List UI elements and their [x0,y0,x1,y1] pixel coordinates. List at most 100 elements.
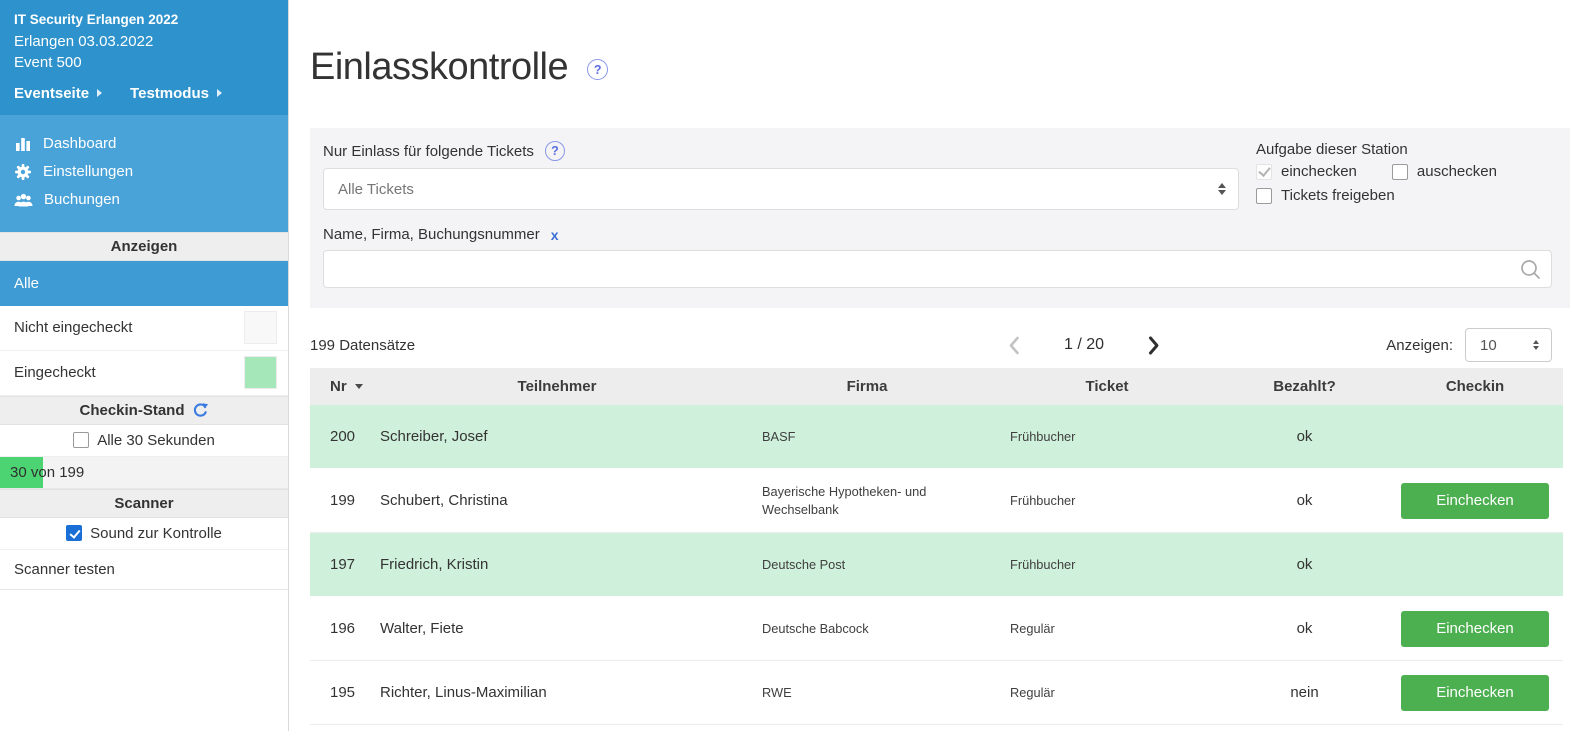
eventseite-link[interactable]: Eventseite [14,85,102,102]
cell-teilnehmer: Schreiber, Josef [372,428,742,445]
search-icon[interactable] [1519,258,1542,281]
refresh-icon[interactable] [192,402,209,419]
cell-bezahlt: ok [1222,620,1387,637]
cell-nr: 200 [310,428,372,445]
app-window: IT Security Erlangen 2022 Erlangen 03.03… [0,0,1570,731]
table-row: 196 Walter, Fiete Deutsche Babcock Regul… [310,597,1563,661]
anzeigen-section-title: Anzeigen [0,232,288,261]
column-header-bezahlt: Bezahlt? [1222,378,1387,395]
cell-bezahlt: nein [1222,684,1387,701]
checkin-stand-section-title: Checkin-Stand [0,396,288,425]
sidebar-nav: Dashboard Einstellungen [0,115,288,232]
cell-teilnehmer: Friedrich, Kristin [372,556,742,573]
cell-bezahlt: ok [1222,428,1387,445]
cell-checkin: Einchecken [1387,611,1563,647]
cell-firma: Bayerische Hypotheken- und Wechselbank [742,483,992,519]
tickets-freigeben-checkbox-label: Tickets freigeben [1281,187,1395,204]
auto-refresh-label: Alle 30 Sekunden [97,432,215,449]
station-tasks-title: Aufgabe dieser Station [1256,141,1552,158]
scanner-sound-toggle[interactable]: Sound zur Kontrolle [0,518,288,550]
table-row: 200 Schreiber, Josef BASF Frühbucher ok [310,405,1563,469]
sidebar-item-dashboard[interactable]: Dashboard [0,130,288,158]
nicht-eingecheckt-color-swatch [244,311,277,344]
table-row: 197 Friedrich, Kristin Deutsche Post Frü… [310,533,1563,597]
sidebar-item-buchungen[interactable]: Buchungen [0,186,288,214]
cell-nr: 197 [310,556,372,573]
page-size-select[interactable]: 10 [1465,328,1552,362]
cell-teilnehmer: Walter, Fiete [372,620,742,637]
filter-label: Nicht eingecheckt [14,319,132,336]
cell-firma: BASF [742,428,992,446]
page-indicator: 1 / 20 [1064,336,1104,354]
sidebar: IT Security Erlangen 2022 Erlangen 03.03… [0,0,289,731]
next-page-icon[interactable] [1146,335,1161,356]
cell-checkin: Einchecken [1387,675,1563,711]
column-header-nr[interactable]: Nr [310,378,372,395]
testmodus-link[interactable]: Testmodus [130,85,222,102]
filter-nicht-eingecheckt[interactable]: Nicht eingecheckt [0,306,288,351]
ticket-filter-label: Nur Einlass für folgende Tickets [323,143,534,160]
eingecheckt-color-swatch [244,356,277,389]
event-header: IT Security Erlangen 2022 Erlangen 03.03… [0,0,288,115]
help-icon[interactable]: ? [587,59,608,80]
einchecken-button[interactable]: Einchecken [1401,483,1549,519]
search-input[interactable] [323,250,1552,288]
column-header-teilnehmer: Teilnehmer [372,378,742,395]
pagination: 1 / 20 [1007,335,1161,356]
cell-firma: RWE [742,684,992,702]
auschecken-checkbox[interactable] [1392,164,1408,180]
cell-ticket: Frühbucher [992,492,1222,510]
users-icon [14,191,33,209]
event-header-links: Eventseite Testmodus [14,85,274,102]
filter-alle[interactable]: Alle [0,261,288,306]
filter-label: Alle [14,275,39,292]
sort-desc-icon [355,384,363,389]
event-title: IT Security Erlangen 2022 [14,12,274,27]
cell-nr: 195 [310,684,372,701]
filter-eingecheckt[interactable]: Eingecheckt [0,351,288,396]
select-stepper-icon [1218,183,1226,195]
ticket-filter-label-row: Nur Einlass für folgende Tickets ? [323,141,1239,161]
einchecken-button[interactable]: Einchecken [1401,611,1549,647]
tickets-freigeben-checkbox[interactable] [1256,188,1272,204]
anzeigen-title-label: Anzeigen [111,238,178,255]
ticket-filter-value: Alle Tickets [338,181,414,198]
column-header-firma: Firma [742,378,992,395]
table-header: Nr Teilnehmer Firma Ticket Bezahlt? Chec… [310,368,1563,405]
filter-panel: Nur Einlass für folgende Tickets ? Alle … [310,128,1570,308]
attendees-table: Nr Teilnehmer Firma Ticket Bezahlt? Chec… [310,368,1563,725]
cell-firma: Deutsche Post [742,556,992,574]
cell-teilnehmer: Schubert, Christina [372,492,742,509]
auto-refresh-checkbox[interactable] [73,432,89,448]
cell-checkin: Einchecken [1387,483,1563,519]
cell-ticket: Regulär [992,684,1222,702]
prev-page-icon[interactable] [1007,335,1022,356]
main-content: Einlasskontrolle ? Nur Einlass für folge… [289,0,1570,731]
sidebar-item-label: Dashboard [43,135,116,152]
testmodus-link-label: Testmodus [130,85,209,102]
cell-bezahlt: ok [1222,492,1387,509]
auto-refresh-toggle[interactable]: Alle 30 Sekunden [0,425,288,457]
einchecken-checkbox-label: einchecken [1281,163,1357,180]
clear-search-icon[interactable]: x [551,227,559,243]
filter-label: Eingecheckt [14,364,96,381]
scanner-title-label: Scanner [114,495,173,512]
cell-firma: Deutsche Babcock [742,620,992,638]
page-title: Einlasskontrolle [310,46,568,89]
cell-nr: 199 [310,492,372,509]
search-label: Name, Firma, Buchungsnummer [323,226,540,243]
ticket-filter-select[interactable]: Alle Tickets [323,168,1239,210]
table-toolbar: 199 Datensätze 1 / 20 Anzeigen: 10 [310,327,1570,363]
sidebar-item-einstellungen[interactable]: Einstellungen [0,158,288,186]
gear-icon [14,163,32,181]
cell-ticket: Regulär [992,620,1222,638]
page-size-value: 10 [1480,337,1497,354]
event-location-date: Erlangen 03.03.2022 [14,31,274,52]
scanner-testen-link[interactable]: Scanner testen [0,550,288,590]
checkin-stand-title-label: Checkin-Stand [79,402,184,419]
scanner-sound-checkbox[interactable] [66,525,82,541]
einchecken-button[interactable]: Einchecken [1401,675,1549,711]
einchecken-checkbox[interactable] [1256,164,1272,180]
table-row: 199 Schubert, Christina Bayerische Hypot… [310,469,1563,533]
help-icon[interactable]: ? [545,141,565,161]
